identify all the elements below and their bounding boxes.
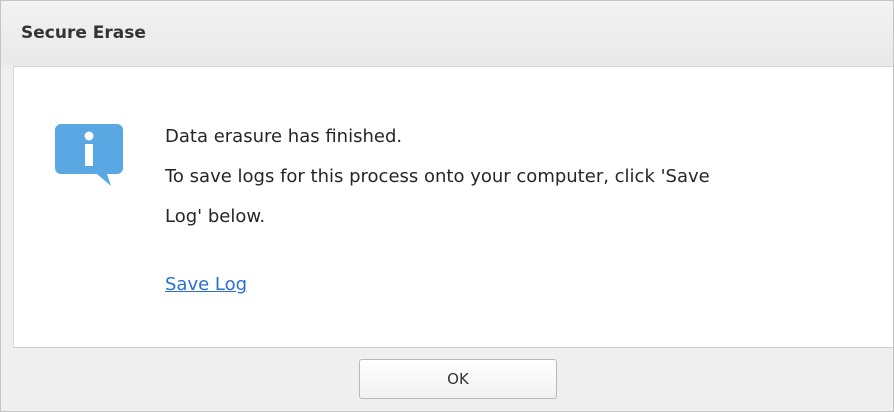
info-icon bbox=[55, 124, 123, 186]
dialog-title: Secure Erase bbox=[21, 23, 146, 43]
message-line-2: To save logs for this process onto your … bbox=[165, 166, 710, 187]
dialog-content bbox=[13, 66, 893, 348]
message-line-1: Data erasure has finished. bbox=[165, 126, 403, 147]
secure-erase-dialog: Secure Erase Data erasure has finished. … bbox=[0, 0, 894, 412]
dialog-titlebar: Secure Erase bbox=[1, 1, 893, 65]
save-log-link[interactable]: Save Log bbox=[165, 274, 247, 295]
ok-button[interactable]: OK bbox=[359, 359, 557, 399]
message-line-3: Log' below. bbox=[165, 206, 266, 227]
